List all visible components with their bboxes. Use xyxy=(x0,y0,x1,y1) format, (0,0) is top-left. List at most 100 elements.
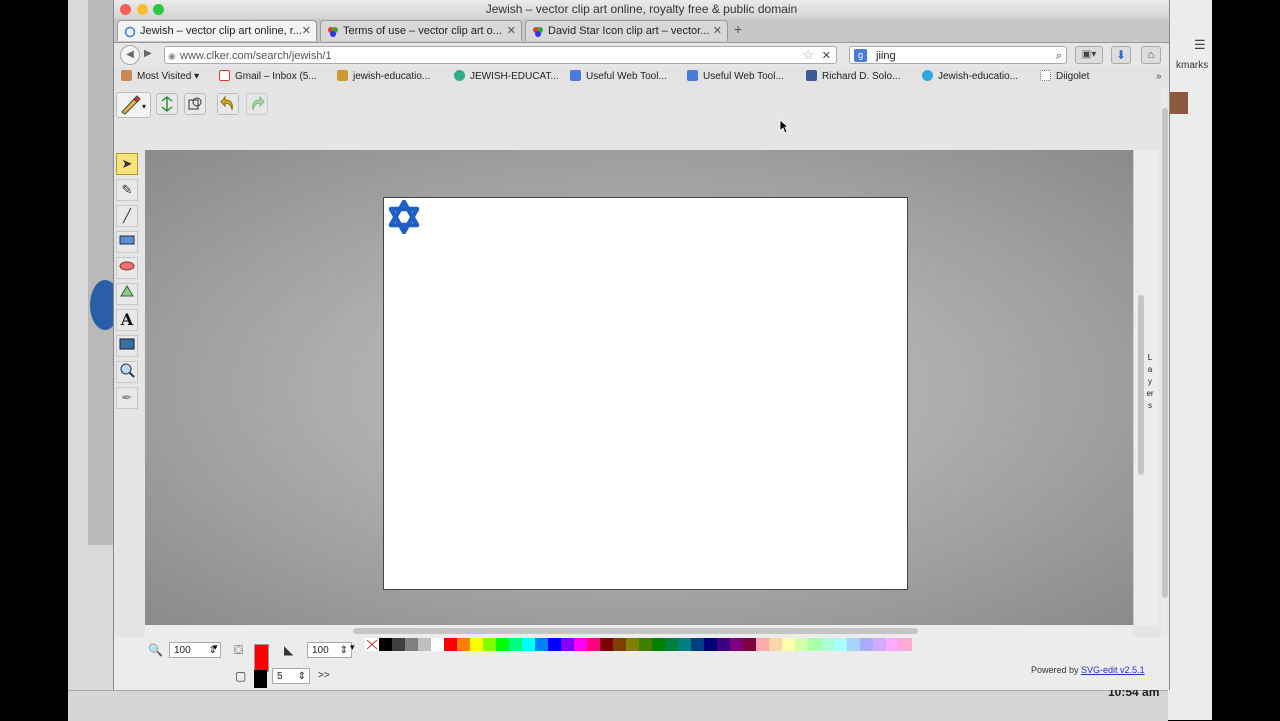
palette-swatch[interactable] xyxy=(392,638,405,651)
forward-button[interactable]: ▶ xyxy=(144,48,152,59)
palette-swatch[interactable] xyxy=(795,638,808,651)
ellipse-tool-icon[interactable] xyxy=(116,257,138,279)
palette-swatch[interactable] xyxy=(704,638,717,651)
palette-swatch[interactable] xyxy=(743,638,756,651)
search-input[interactable]: g jiing ⌕ xyxy=(849,46,1067,64)
no-color-icon[interactable] xyxy=(365,638,379,651)
download-icon[interactable]: ⬇ xyxy=(1111,46,1131,64)
palette-swatch[interactable] xyxy=(496,638,509,651)
select-tool-icon[interactable]: ➤ xyxy=(116,153,138,175)
bookmark-diigolet[interactable]: Diigolet xyxy=(1040,70,1089,84)
minimize-window-button[interactable] xyxy=(137,4,148,15)
palette-swatch[interactable] xyxy=(405,638,418,651)
palette-swatch[interactable] xyxy=(691,638,704,651)
palette-swatch[interactable] xyxy=(535,638,548,651)
palette-swatch[interactable] xyxy=(860,638,873,651)
palette-swatch[interactable] xyxy=(522,638,535,651)
image-tool-icon[interactable] xyxy=(116,335,138,357)
layers-label[interactable]: Layers xyxy=(1146,352,1154,412)
bookmark-richard[interactable]: Richard D. Solo... xyxy=(806,70,900,84)
palette-swatch[interactable] xyxy=(574,638,587,651)
bookmark-useful-web-tools-2[interactable]: Useful Web Tool... xyxy=(687,70,784,84)
bookmark-jewish-education[interactable]: jewish-educatio... xyxy=(337,70,430,84)
palette-swatch[interactable] xyxy=(457,638,470,651)
bookmarks-overflow-icon[interactable]: » xyxy=(1156,70,1162,84)
palette-swatch[interactable] xyxy=(873,638,886,651)
work-area[interactable] xyxy=(145,150,1133,625)
palette-swatch[interactable] xyxy=(769,638,782,651)
horizontal-scrollbar[interactable] xyxy=(353,628,918,634)
bookmark-most-visited[interactable]: Most Visited ▾ xyxy=(121,70,199,84)
bookmark-jewish-educatio-twitter[interactable]: Jewish-educatio... xyxy=(922,70,1018,84)
redo-icon[interactable] xyxy=(246,93,268,115)
palette-swatch[interactable] xyxy=(639,638,652,651)
palette-swatch[interactable] xyxy=(418,638,431,651)
palette-swatch[interactable] xyxy=(847,638,860,651)
palette-swatch[interactable] xyxy=(730,638,743,651)
svg-edit-link[interactable]: SVG-edit v2.5.1 xyxy=(1081,665,1145,675)
main-menu-button[interactable]: ▾ xyxy=(116,92,151,118)
horizontal-scrollbar-track[interactable] xyxy=(145,625,1133,637)
opacity-spinner[interactable]: 100 ⇕ xyxy=(307,642,352,658)
close-tab-icon[interactable]: ✕ xyxy=(507,21,516,41)
palette-swatch[interactable] xyxy=(561,638,574,651)
tab-david-star[interactable]: David Star Icon clip art – vector... ✕ xyxy=(525,20,728,41)
close-tab-icon[interactable]: ✕ xyxy=(302,21,311,41)
star-of-david-icon[interactable] xyxy=(387,199,421,239)
zoom-tool-icon[interactable] xyxy=(116,361,138,383)
undo-icon[interactable] xyxy=(217,93,239,115)
bookmark-useful-web-tools-1[interactable]: Useful Web Tool... xyxy=(570,70,667,84)
rectangle-tool-icon[interactable] xyxy=(116,231,138,253)
palette-swatch[interactable] xyxy=(834,638,847,651)
stop-icon[interactable]: ✕ xyxy=(822,47,831,65)
palette-swatch[interactable] xyxy=(899,638,912,651)
close-window-button[interactable] xyxy=(120,4,131,15)
palette-swatch[interactable] xyxy=(717,638,730,651)
path-tool-icon[interactable] xyxy=(116,283,138,305)
palette-swatch[interactable] xyxy=(626,638,639,651)
more-options-button[interactable]: >> xyxy=(318,670,330,681)
opacity-dropdown-icon[interactable]: ▾ xyxy=(350,642,355,653)
svg-canvas[interactable] xyxy=(383,197,908,590)
palette-swatch[interactable] xyxy=(509,638,522,651)
stroke-color-swatch[interactable] xyxy=(254,670,267,688)
star-icon[interactable]: ☆ xyxy=(802,46,814,64)
google-icon[interactable]: g xyxy=(854,49,867,62)
palette-swatch[interactable] xyxy=(652,638,665,651)
palette-swatch[interactable] xyxy=(483,638,496,651)
page-scrollbar-track[interactable] xyxy=(1161,88,1169,690)
palette-swatch[interactable] xyxy=(613,638,626,651)
source-icon[interactable] xyxy=(184,93,206,115)
search-icon[interactable]: ⌕ xyxy=(1056,47,1062,65)
line-tool-icon[interactable]: ╱ xyxy=(116,205,138,227)
page-scrollbar-thumb[interactable] xyxy=(1162,108,1168,598)
maximize-window-button[interactable] xyxy=(153,4,164,15)
back-button[interactable]: ◀ xyxy=(120,45,140,65)
vertical-scrollbar[interactable] xyxy=(1138,295,1144,475)
tab-terms[interactable]: Terms of use – vector clip art o... ✕ xyxy=(320,20,522,41)
home-icon[interactable]: ⌂ xyxy=(1141,46,1161,64)
palette-swatch[interactable] xyxy=(600,638,613,651)
bookmark-gmail[interactable]: Gmail – Inbox (5... xyxy=(219,70,317,84)
eyedropper-tool-icon[interactable]: ✒ xyxy=(116,387,138,409)
palette-swatch[interactable] xyxy=(431,638,444,651)
toolbar-menu-button[interactable]: ▣▾ xyxy=(1075,46,1103,64)
palette-swatch[interactable] xyxy=(665,638,678,651)
bookmark-jewish-educat[interactable]: JEWISH-EDUCAT... xyxy=(454,70,559,84)
palette-swatch[interactable] xyxy=(379,638,392,651)
palette-swatch[interactable] xyxy=(756,638,769,651)
url-bar[interactable]: ◉ www.clker.com/search/jewish/1 ☆ ✕ xyxy=(164,46,837,64)
fill-color-swatch[interactable] xyxy=(254,644,269,672)
color-palette[interactable] xyxy=(379,638,919,651)
layers-panel-handle[interactable]: Layers xyxy=(1133,150,1159,625)
palette-swatch[interactable] xyxy=(808,638,821,651)
palette-swatch[interactable] xyxy=(470,638,483,651)
palette-swatch[interactable] xyxy=(548,638,561,651)
new-tab-button[interactable]: + xyxy=(734,21,742,37)
text-tool-icon[interactable]: A xyxy=(116,309,138,331)
pencil-tool-icon[interactable]: ✎ xyxy=(116,179,138,201)
palette-swatch[interactable] xyxy=(444,638,457,651)
palette-swatch[interactable] xyxy=(886,638,899,651)
palette-swatch[interactable] xyxy=(587,638,600,651)
wireframe-icon[interactable] xyxy=(156,93,178,115)
